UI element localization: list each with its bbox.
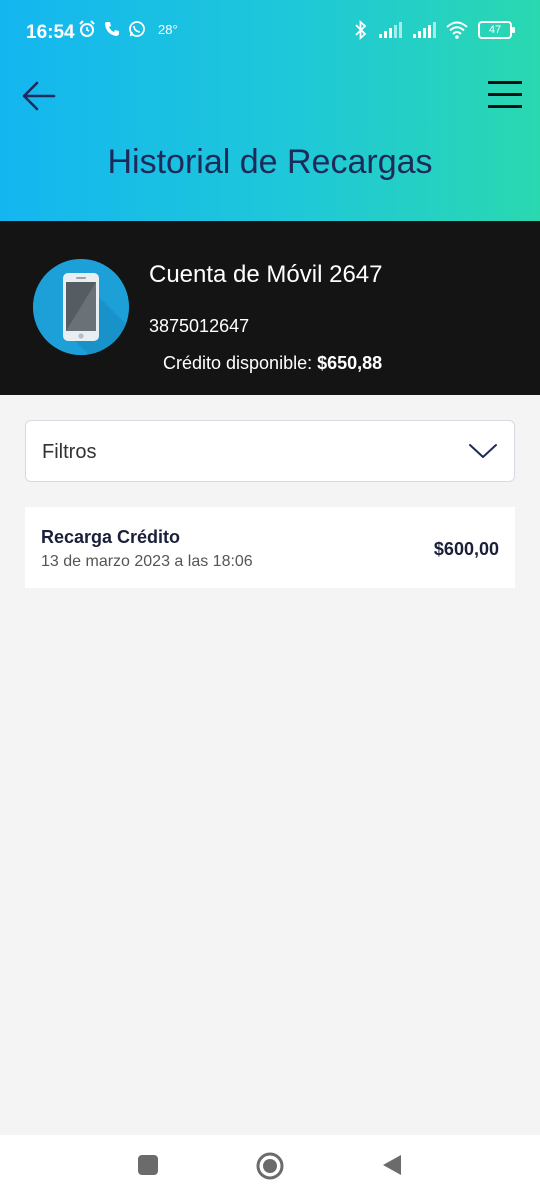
wifi-icon	[446, 21, 468, 39]
recharge-list-item[interactable]: Recarga Crédito 13 de marzo 2023 a las 1…	[25, 507, 515, 588]
chevron-down-icon	[469, 444, 497, 458]
system-navigation-bar	[0, 1135, 540, 1200]
filters-label: Filtros	[42, 441, 97, 463]
available-credit: Crédito disponible: $650,88	[163, 353, 382, 374]
home-icon[interactable]	[256, 1152, 284, 1180]
account-card: Cuenta de Móvil 2647 3875012647 Crédito …	[0, 221, 540, 395]
phone-icon	[33, 259, 129, 355]
status-notifications: 28°	[78, 20, 178, 38]
back-arrow-icon[interactable]	[20, 76, 60, 116]
page-title: Historial de Recargas	[107, 143, 433, 181]
signal-icon	[413, 22, 436, 38]
whatsapp-icon	[129, 21, 145, 37]
battery-icon: 47	[478, 21, 515, 39]
recharge-title: Recarga Crédito	[41, 527, 181, 547]
status-system-icons: 47	[354, 20, 515, 40]
bluetooth-icon	[355, 20, 367, 40]
status-time: 16:54	[26, 22, 75, 43]
recents-icon[interactable]	[136, 1153, 160, 1177]
back-nav-icon[interactable]	[380, 1153, 404, 1177]
account-number: 3875012647	[149, 316, 250, 336]
signal-icon	[379, 22, 402, 38]
available-credit-value: $650,88	[317, 353, 383, 373]
available-credit-label: Crédito disponible:	[163, 353, 313, 373]
status-temperature: 28°	[158, 21, 178, 37]
status-bar: 16:54 28° 47	[0, 0, 540, 64]
filters-dropdown[interactable]: Filtros	[25, 420, 515, 482]
app-header: 16:54 28° 47 Historial de Recargas	[0, 0, 540, 221]
alarm-icon	[79, 20, 95, 37]
recharge-date: 13 de marzo 2023 a las 18:06	[41, 553, 253, 570]
call-icon	[105, 22, 119, 36]
account-name: Cuenta de Móvil 2647	[149, 261, 383, 288]
recharge-amount: $600,00	[433, 539, 499, 559]
menu-icon[interactable]	[486, 76, 524, 114]
